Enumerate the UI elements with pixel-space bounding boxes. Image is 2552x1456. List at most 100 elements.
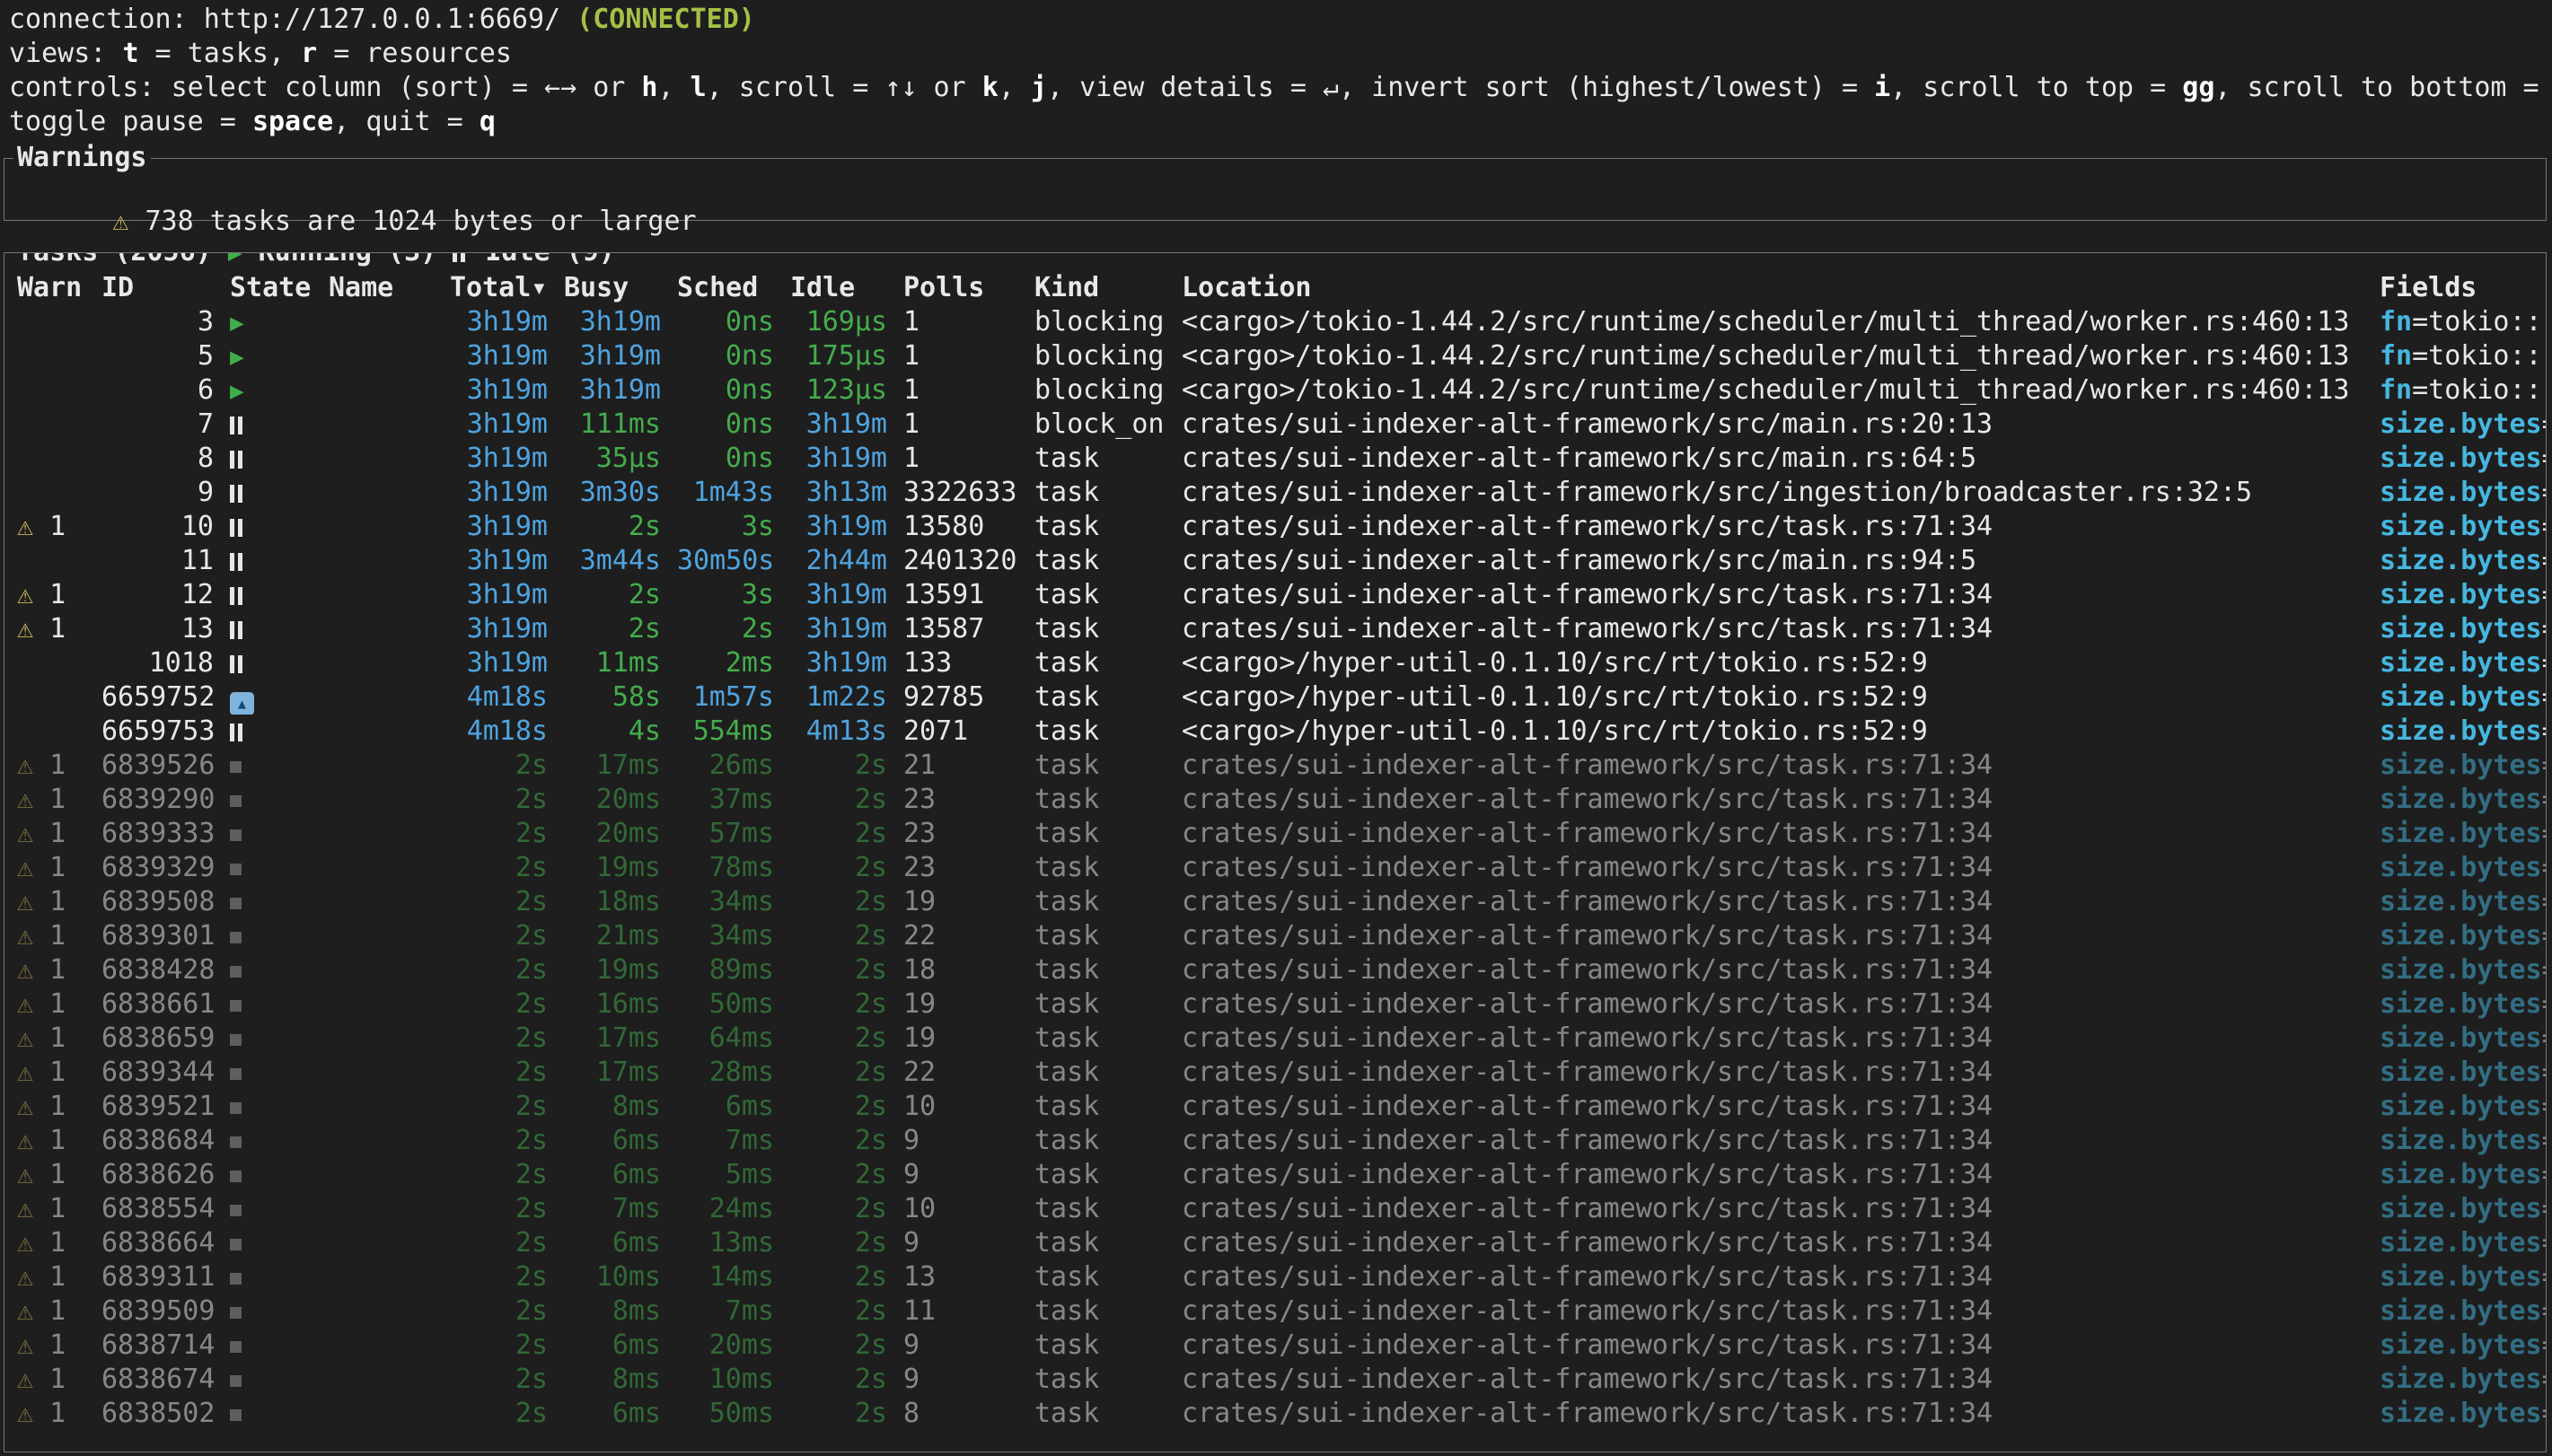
table-row[interactable]: 93h19m3m30s1m43s3h13m3322633taskcrates/s… <box>4 476 2546 510</box>
cell-location: crates/sui-indexer-alt-framework/src/mai… <box>1182 544 2363 578</box>
table-row[interactable]: ⚠ 1133h19m2s2s3h19m13587taskcrates/sui-i… <box>4 612 2546 646</box>
table-row[interactable]: 10183h19m11ms2ms3h19m133task<cargo>/hype… <box>4 646 2546 680</box>
duration-value: 2s <box>855 1125 887 1156</box>
table-row[interactable]: ⚠ 168393012s21ms34ms2s22taskcrates/sui-i… <box>4 919 2546 953</box>
cell-fields: size.bytes= <box>2380 987 2546 1022</box>
column-header-sched[interactable]: Sched <box>677 271 774 305</box>
column-header-polls[interactable]: Polls <box>903 271 1018 305</box>
field-key: size.bytes <box>2380 681 2542 713</box>
field-rest: = <box>2542 920 2546 952</box>
table-row[interactable]: ⚠ 168386742s8ms10ms2s9taskcrates/sui-ind… <box>4 1363 2546 1397</box>
column-header-busy[interactable]: Busy <box>564 271 661 305</box>
cell-idle: 2s <box>790 987 887 1022</box>
table-row[interactable]: ⚠ 168385022s6ms50ms2s8taskcrates/sui-ind… <box>4 1397 2546 1431</box>
table-row[interactable]: 6659752▲4m18s58s1m57s1m22s92785task<carg… <box>4 680 2546 715</box>
duration-value: 0ns <box>726 443 774 474</box>
table-row[interactable]: ⚠ 168384282s19ms89ms2s18taskcrates/sui-i… <box>4 953 2546 987</box>
cell-name <box>329 1158 393 1192</box>
text-segment: Idle (9) <box>469 252 615 268</box>
table-row[interactable]: ⚠ 168393442s17ms28ms2s22taskcrates/sui-i… <box>4 1056 2546 1090</box>
table-row[interactable]: 66597534m18s4s554ms4m13s2071task<cargo>/… <box>4 715 2546 749</box>
table-row[interactable]: ⚠ 1103h19m2s3s3h19m13580taskcrates/sui-i… <box>4 510 2546 544</box>
text-segment: , scroll = ↑↓ or <box>707 72 982 103</box>
cell-kind: task <box>1034 1124 1166 1158</box>
table-row[interactable]: 3▶3h19m3h19m0ns169µs1blocking<cargo>/tok… <box>4 305 2546 339</box>
cell-idle: 2s <box>790 1192 887 1226</box>
table-row[interactable]: ⚠ 168392902s20ms37ms2s23taskcrates/sui-i… <box>4 783 2546 817</box>
table-row[interactable]: ⚠ 168386642s6ms13ms2s9taskcrates/sui-ind… <box>4 1226 2546 1260</box>
cell-location: crates/sui-indexer-alt-framework/src/tas… <box>1182 851 2363 885</box>
duration-value: 30m50s <box>677 545 774 576</box>
table-row[interactable]: ⚠ 168395082s18ms34ms2s19taskcrates/sui-i… <box>4 885 2546 919</box>
cell-kind: task <box>1034 817 1166 851</box>
cell-fields: size.bytes= <box>2380 851 2546 885</box>
cell-total: 2s <box>409 817 548 851</box>
cell-idle: 2s <box>790 1158 887 1192</box>
cell-location: <cargo>/tokio-1.44.2/src/runtime/schedul… <box>1182 305 2363 339</box>
duration-value: 17ms <box>596 750 661 781</box>
duration-value: 2s <box>629 613 661 645</box>
cell-location: crates/sui-indexer-alt-framework/src/mai… <box>1182 408 2363 442</box>
duration-value: 2s <box>855 784 887 815</box>
table-row[interactable]: ⚠ 168393112s10ms14ms2s13taskcrates/sui-i… <box>4 1260 2546 1294</box>
cell-total: 2s <box>409 987 548 1022</box>
table-row[interactable]: ⚠ 168386262s6ms5ms2s9taskcrates/sui-inde… <box>4 1158 2546 1192</box>
field-rest: = <box>2542 477 2546 508</box>
cell-warn: ⚠ 1 <box>17 987 85 1022</box>
duration-value: 2s <box>515 818 548 849</box>
table-row[interactable]: ⚠ 168387142s6ms20ms2s9taskcrates/sui-ind… <box>4 1329 2546 1363</box>
cell-fields: size.bytes= <box>2380 953 2546 987</box>
column-header-total[interactable]: Total▾ <box>409 271 548 305</box>
cell-idle: 2s <box>790 1260 887 1294</box>
field-rest: = <box>2542 1091 2546 1122</box>
table-row[interactable]: ⚠ 1123h19m2s3s3h19m13591taskcrates/sui-i… <box>4 578 2546 612</box>
cell-state <box>230 510 312 544</box>
table-row[interactable]: ⚠ 168395092s8ms7ms2s11taskcrates/sui-ind… <box>4 1294 2546 1329</box>
column-header-kind[interactable]: Kind <box>1034 271 1166 305</box>
cell-idle: 2s <box>790 1056 887 1090</box>
cell-location: crates/sui-indexer-alt-framework/src/tas… <box>1182 919 2363 953</box>
cell-sched: 2ms <box>677 646 774 680</box>
table-row[interactable]: ⚠ 168395262s17ms26ms2s21taskcrates/sui-i… <box>4 749 2546 783</box>
warning-icon: ⚠ <box>17 885 33 919</box>
cell-busy: 19ms <box>564 851 661 885</box>
column-header-warn[interactable]: Warn <box>17 271 85 305</box>
table-row[interactable]: ⚠ 168386842s6ms7ms2s9taskcrates/sui-inde… <box>4 1124 2546 1158</box>
duration-value: 0ns <box>726 374 774 406</box>
duration-value: 50ms <box>709 1398 774 1429</box>
cell-location: crates/sui-indexer-alt-framework/src/tas… <box>1182 510 2363 544</box>
column-header-fields[interactable]: Fields <box>2380 271 2546 305</box>
table-row[interactable]: 5▶3h19m3h19m0ns175µs1blocking<cargo>/tok… <box>4 339 2546 373</box>
table-row[interactable]: ⚠ 168385542s7ms24ms2s10taskcrates/sui-in… <box>4 1192 2546 1226</box>
cell-warn: ⚠ 1 <box>17 817 85 851</box>
table-row[interactable]: 83h19m35µs0ns3h19m1taskcrates/sui-indexe… <box>4 442 2546 476</box>
cell-id: 8 <box>101 442 214 476</box>
table-row[interactable]: 6▶3h19m3h19m0ns123µs1blocking<cargo>/tok… <box>4 373 2546 408</box>
table-row[interactable]: ⚠ 168393292s19ms78ms2s23taskcrates/sui-i… <box>4 851 2546 885</box>
column-header-name[interactable]: Name <box>329 271 393 305</box>
table-row[interactable]: ⚠ 168395212s8ms6ms2s10taskcrates/sui-ind… <box>4 1090 2546 1124</box>
warning-icon: ⚠ <box>17 1397 33 1431</box>
cell-busy: 3h19m <box>564 305 661 339</box>
table-row[interactable]: 113h19m3m44s30m50s2h44m2401320taskcrates… <box>4 544 2546 578</box>
cell-busy: 2s <box>564 578 661 612</box>
column-header-state[interactable]: State <box>230 271 312 305</box>
column-header-location[interactable]: Location <box>1182 271 2363 305</box>
cell-warn <box>17 442 85 476</box>
field-rest: = <box>2542 1295 2546 1327</box>
cell-state <box>230 476 312 510</box>
cell-location: crates/sui-indexer-alt-framework/src/tas… <box>1182 1090 2363 1124</box>
table-row[interactable]: 73h19m111ms0ns3h19m1block_oncrates/sui-i… <box>4 408 2546 442</box>
cell-id: 6838674 <box>101 1363 214 1397</box>
cell-idle: 2s <box>790 851 887 885</box>
column-header-id[interactable]: ID <box>101 271 214 305</box>
warning-icon: ⚠ <box>17 749 33 783</box>
table-row[interactable]: ⚠ 168386612s16ms50ms2s19taskcrates/sui-i… <box>4 987 2546 1022</box>
cell-idle: 175µs <box>790 339 887 373</box>
table-row[interactable]: ⚠ 168393332s20ms57ms2s23taskcrates/sui-i… <box>4 817 2546 851</box>
cell-name <box>329 749 393 783</box>
table-row[interactable]: ⚠ 168386592s17ms64ms2s19taskcrates/sui-i… <box>4 1022 2546 1056</box>
column-header-idle[interactable]: Idle <box>790 271 887 305</box>
duration-value: 21ms <box>596 920 661 952</box>
cell-total: 2s <box>409 1022 548 1056</box>
